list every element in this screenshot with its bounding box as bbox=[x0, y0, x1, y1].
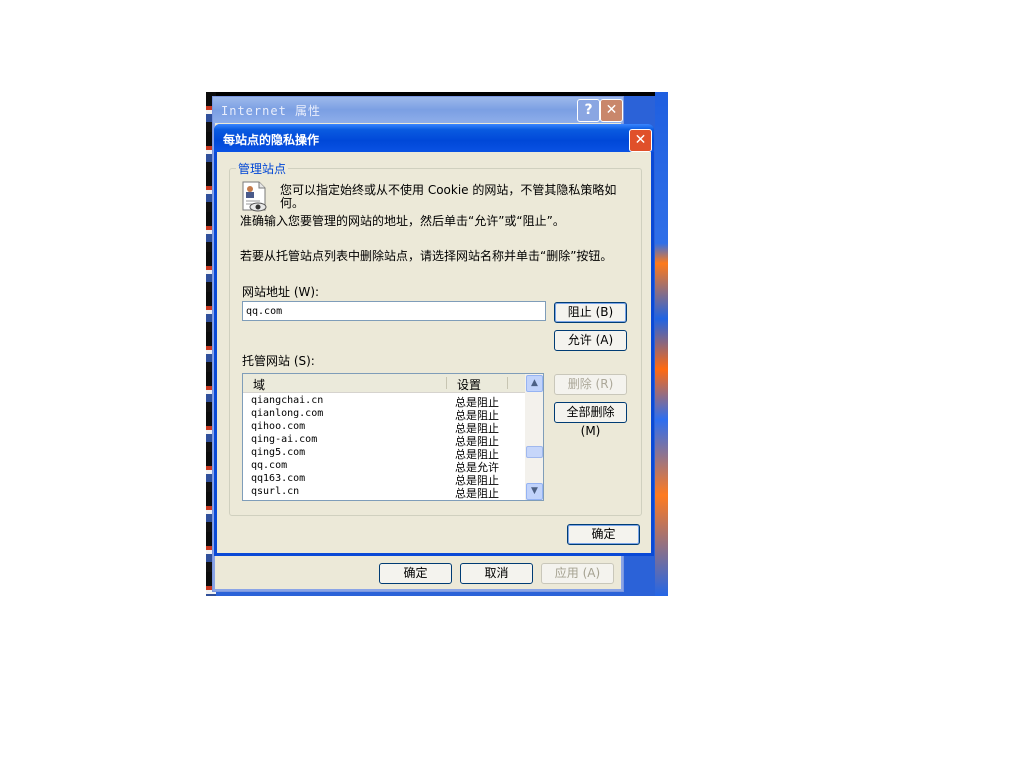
scroll-down-icon[interactable]: ▼ bbox=[526, 483, 543, 500]
scroll-thumb[interactable] bbox=[526, 446, 543, 458]
list-scrollbar[interactable]: ▲ ▼ bbox=[525, 374, 543, 500]
dialog-ok-button[interactable]: 确定 bbox=[567, 524, 640, 545]
column-header-domain[interactable]: 域 bbox=[253, 376, 265, 393]
list-item[interactable]: qsurl.cn 总是阻止 bbox=[243, 486, 525, 500]
website-address-label: 网站地址 (W): bbox=[242, 285, 320, 299]
scroll-up-icon[interactable]: ▲ bbox=[526, 375, 543, 392]
description-line-2: 何。 bbox=[280, 196, 305, 210]
list-item-domain: qihoo.com bbox=[251, 421, 306, 432]
allow-button[interactable]: 允许 (A) bbox=[554, 330, 627, 351]
list-item-domain: qianlong.com bbox=[251, 408, 324, 419]
internet-properties-close-button[interactable]: ✕ bbox=[600, 99, 623, 122]
help-button[interactable]: ? bbox=[577, 99, 600, 122]
remove-all-button[interactable]: 全部删除 (M) bbox=[554, 402, 627, 438]
dialog-title: 每站点的隐私操作 bbox=[223, 133, 320, 147]
manage-sites-group-label: 管理站点 bbox=[236, 160, 289, 177]
column-header-setting[interactable]: 设置 bbox=[457, 376, 481, 393]
list-item-domain: qing-ai.com bbox=[251, 434, 318, 445]
internet-properties-cancel-button[interactable]: 取消 bbox=[460, 563, 533, 584]
column-separator[interactable] bbox=[507, 377, 508, 389]
managed-sites-list[interactable]: 域 设置 qiangchai.cn 总是阻止 qianlong.com 总是阻止… bbox=[242, 373, 544, 501]
description-line-1: 您可以指定始终或从不使用 Cookie 的网站，不管其隐私策略如 bbox=[280, 183, 617, 197]
internet-properties-button-row: 确定 取消 应用 (A) bbox=[213, 563, 623, 591]
website-address-input[interactable] bbox=[242, 301, 546, 321]
managed-sites-label: 托管网站 (S): bbox=[242, 354, 315, 368]
internet-properties-apply-button[interactable]: 应用 (A) bbox=[541, 563, 614, 584]
internet-properties-title: Internet 属性 bbox=[221, 104, 322, 118]
dialog-close-button[interactable]: ✕ bbox=[629, 129, 652, 152]
list-item-domain: qsurl.cn bbox=[251, 486, 300, 497]
instruction-remove-site: 若要从托管站点列表中删除站点，请选择网站名称并单击“删除”按钮。 bbox=[240, 249, 613, 263]
privacy-document-icon bbox=[242, 181, 267, 212]
list-item-domain: qing5.com bbox=[251, 447, 306, 458]
column-separator[interactable] bbox=[446, 377, 447, 389]
block-button[interactable]: 阻止 (B) bbox=[554, 302, 627, 323]
per-site-privacy-dialog: 每站点的隐私操作 ✕ 管理站点 您可以指定始终或从不使用 Cookie 的网站，… bbox=[214, 124, 654, 556]
list-header: 域 设置 bbox=[243, 374, 525, 393]
list-item-domain: qq163.com bbox=[251, 473, 306, 484]
list-item-setting: 总是阻止 bbox=[455, 487, 499, 500]
instruction-add-site: 准确输入您要管理的网站的地址，然后单击“允许”或“阻止”。 bbox=[240, 214, 565, 228]
remove-button[interactable]: 删除 (R) bbox=[554, 374, 627, 395]
dialog-body: 管理站点 您可以指定始终或从不使用 Cookie 的网站，不管其隐私策略如 何。… bbox=[217, 152, 651, 553]
dialog-titlebar[interactable]: 每站点的隐私操作 ✕ bbox=[214, 124, 654, 152]
desktop-wallpaper-edge bbox=[655, 92, 668, 596]
manage-sites-group: 管理站点 您可以指定始终或从不使用 Cookie 的网站，不管其隐私策略如 何。… bbox=[229, 160, 642, 516]
internet-properties-titlebar[interactable]: Internet 属性 ? ✕ bbox=[213, 97, 623, 123]
list-item-domain: qiangchai.cn bbox=[251, 395, 324, 406]
list-item-domain: qq.com bbox=[251, 460, 288, 471]
internet-properties-ok-button[interactable]: 确定 bbox=[379, 563, 452, 584]
